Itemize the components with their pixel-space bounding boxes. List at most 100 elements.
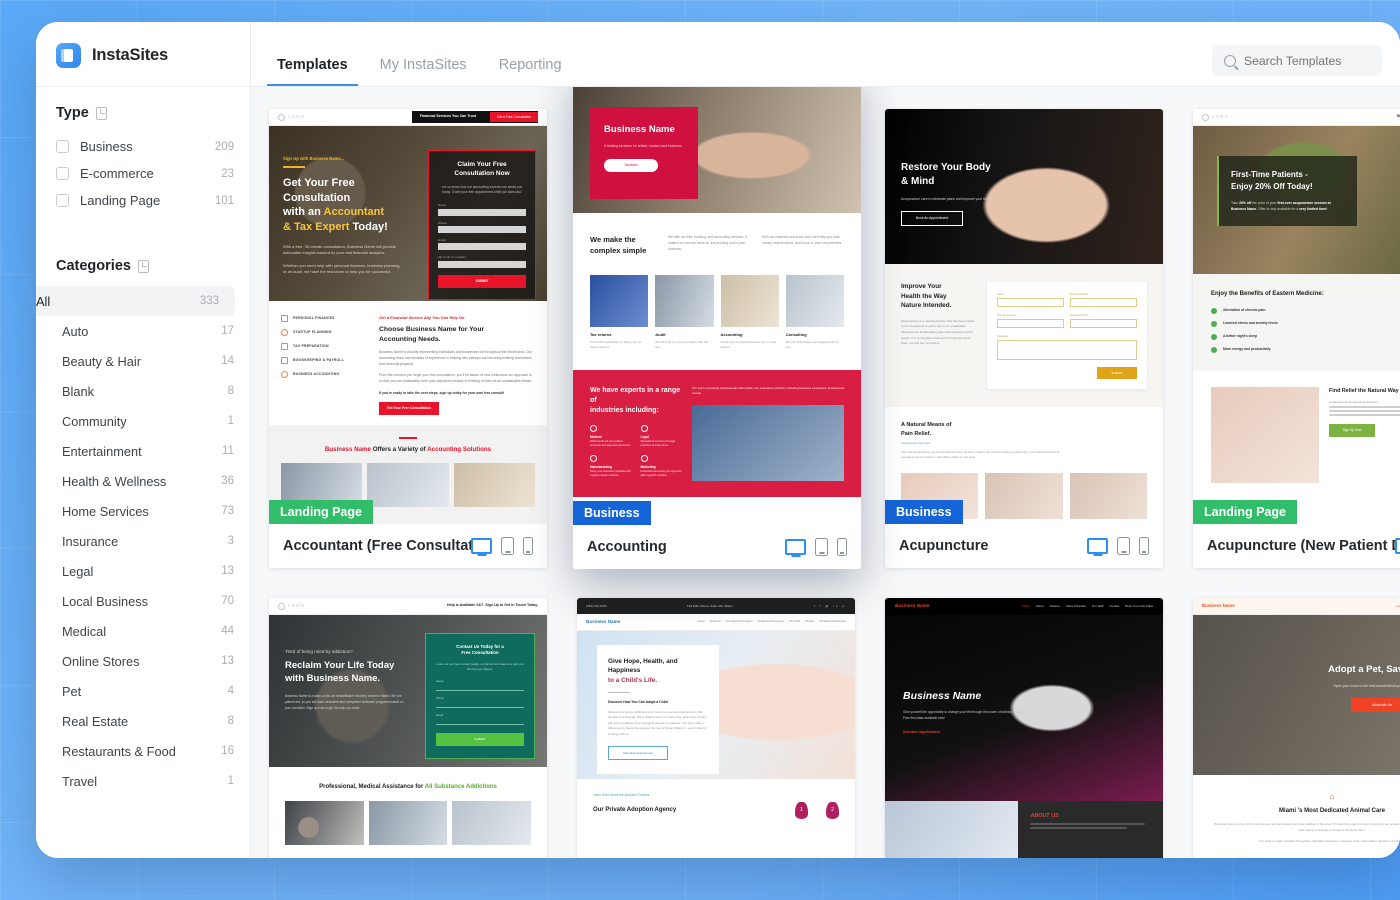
tab-templates[interactable]: Templates — [267, 57, 358, 86]
mobile-icon[interactable] — [837, 538, 847, 556]
checkbox-landing-page[interactable] — [56, 194, 69, 207]
desktop-icon[interactable] — [785, 539, 806, 555]
category-label-online-stores: Online Stores — [62, 653, 140, 669]
desktop-icon[interactable] — [471, 538, 492, 554]
mockup-section-body-1: Business Name is one of the most premier… — [1214, 822, 1400, 832]
search-input[interactable] — [1244, 53, 1370, 68]
sidebar-item-insurance[interactable]: Insurance 3 — [36, 526, 250, 556]
type-filter-ecommerce[interactable]: E-commerce 23 — [36, 160, 250, 187]
mockup-benefits-section: Enjoy the Benefits of Eastern Medicine: … — [1193, 274, 1400, 371]
checkbox-business[interactable] — [56, 140, 69, 153]
sidebar-item-pet[interactable]: Pet 4 — [36, 676, 250, 706]
mockup-input-email[interactable] — [1070, 298, 1137, 308]
sidebar-item-real-estate[interactable]: Real Estate 8 — [36, 706, 250, 736]
template-card-adoption-agency[interactable]: (786) 316-1234 123 Palm Street, Suite 42… — [577, 598, 855, 858]
mockup-nav-item[interactable]: Book Your First Class — [1125, 604, 1153, 608]
mockup-hero-button[interactable]: Adopt with Us — [1351, 697, 1400, 713]
mockup-nav-item[interactable]: Contact — [805, 620, 814, 624]
mockup-headline-1: Get Your Free Consultation — [283, 176, 355, 204]
mockup-hero-button[interactable]: Schedule Appointment — [608, 745, 668, 760]
mockup-nav-item[interactable]: Our Adoption Program — [726, 620, 753, 624]
tablet-icon[interactable] — [815, 538, 828, 556]
mockup-nav-item[interactable]: About Us — [710, 620, 721, 624]
mockup-form-title-2: Free Consultation — [461, 650, 499, 656]
mockup-relief-link[interactable]: Acupuncture Services — [901, 441, 1147, 445]
mockup-submit-button[interactable]: SUBMIT — [438, 274, 526, 288]
mockup-nav-item[interactable]: Our Staff — [789, 620, 800, 624]
sidebar-item-home-services[interactable]: Home Services 73 — [36, 496, 250, 526]
mockup-input-phone[interactable] — [997, 319, 1064, 329]
checkbox-ecommerce[interactable] — [56, 167, 69, 180]
mockup-input-email[interactable] — [436, 717, 524, 726]
mockup-hero-button[interactable]: Book An Appointment — [901, 210, 963, 226]
mockup-nav-item[interactable]: Contact — [1109, 604, 1119, 608]
mockup-submit-button[interactable]: SUBMIT — [1097, 367, 1137, 380]
sidebar-item-restaurants-food[interactable]: Restaurants & Food 16 — [36, 736, 250, 766]
mockup-nav-item[interactable]: Home — [1022, 604, 1030, 608]
sidebar-item-blank[interactable]: Blank 8 — [36, 376, 250, 406]
desktop-icon[interactable] — [1395, 538, 1400, 554]
type-filter-landing-page[interactable]: Landing Page 101 — [36, 187, 250, 214]
mockup-section-title-1: Choose Business Name for Your — [379, 325, 485, 333]
sidebar-item-beauty-hair[interactable]: Beauty & Hair 14 — [36, 346, 250, 376]
sidebar-item-all[interactable]: All 333 — [36, 286, 235, 316]
mockup-nav-item[interactable]: Our Staff — [1092, 604, 1104, 608]
mockup-nav-item[interactable]: Unplanned Pregnancy — [758, 620, 785, 624]
sidebar-item-community[interactable]: Community 1 — [36, 406, 250, 436]
category-label-community: Community — [62, 413, 127, 429]
mobile-icon[interactable] — [523, 537, 533, 555]
mockup-nav-item[interactable]: Home — [1396, 604, 1400, 608]
sidebar-item-auto[interactable]: Auto 17 — [36, 316, 250, 346]
sidebar-item-travel[interactable]: Travel 1 — [36, 766, 250, 796]
mockup-input-phone[interactable] — [436, 700, 524, 709]
tablet-icon[interactable] — [501, 537, 514, 555]
template-card-accounting[interactable]: Business Name Home About Services Blog C… — [573, 87, 861, 569]
mockup-nav-item[interactable]: Home — [698, 620, 705, 624]
sidebar-item-medical[interactable]: Medical 44 — [36, 616, 250, 646]
mockup-hero-button[interactable]: Services — [604, 159, 658, 173]
category-count-insurance: 3 — [227, 535, 234, 547]
tablet-icon[interactable] — [1117, 537, 1130, 555]
tab-reporting[interactable]: Reporting — [489, 57, 572, 87]
sidebar-item-entertainment[interactable]: Entertainment 11 — [36, 436, 250, 466]
mockup-input-email[interactable] — [438, 243, 526, 251]
mockup-service-desc: Avoid IRS headaches by filing your tax r… — [590, 339, 642, 349]
mockup-nav-item[interactable]: Schedule Appointment — [819, 620, 846, 624]
mockup-input-name[interactable] — [436, 683, 524, 692]
mockup-navbar: LOGO Help is Available 24/7. Sign Up to … — [269, 598, 547, 615]
template-card-acupuncture[interactable]: Restore Your Body & Mind Acupuncture car… — [885, 109, 1163, 568]
mockup-submit-button[interactable]: SUBMIT — [436, 733, 524, 746]
tab-bar: Templates My InstaSites Reporting — [267, 22, 572, 86]
mockup-input-name[interactable] — [438, 208, 526, 216]
mockup-section-button[interactable]: Get Your Free Consultation — [379, 402, 439, 416]
template-card-animal-shelter[interactable]: Business Name Home About Us Adopt a Pet … — [1193, 598, 1400, 858]
template-card-accountant-free-consultation[interactable]: LOGO Financial Services You Can Trust Ge… — [269, 109, 547, 568]
mockup-input-name[interactable] — [997, 298, 1064, 308]
desktop-icon[interactable] — [1087, 538, 1108, 554]
mockup-input-zip[interactable] — [438, 260, 526, 268]
mockup-form-title-2: Consultation Now — [454, 170, 510, 178]
mockup-hero-body: Choosing to bring a child into your home… — [608, 709, 707, 736]
social-icons[interactable]: f t @ in p — [814, 604, 846, 608]
sidebar-item-legal[interactable]: Legal 13 — [36, 556, 250, 586]
sidebar-item-local-business[interactable]: Local Business 70 — [36, 586, 250, 616]
sidebar-item-online-stores[interactable]: Online Stores 13 — [36, 646, 250, 676]
template-card-adult-martial-arts[interactable]: Business Name Home About Classes Class S… — [885, 598, 1163, 858]
mockup-nav-item[interactable]: About — [1036, 604, 1044, 608]
mockup-lower-button[interactable]: Sign Up Now — [1329, 424, 1375, 437]
mobile-icon[interactable] — [1139, 537, 1149, 555]
search-box[interactable] — [1212, 45, 1382, 76]
mockup-input-phone[interactable] — [438, 226, 526, 234]
tab-my-instasites[interactable]: My InstaSites — [370, 57, 477, 87]
mockup-section-title-1: Improve Your — [901, 283, 942, 290]
template-card-acupuncture-new-patient-discount[interactable]: LOGO Sign Up Today to Enjoy Your Discoun… — [1193, 109, 1400, 568]
mockup-input-time[interactable] — [1070, 319, 1137, 329]
mockup-input-message[interactable] — [997, 340, 1137, 361]
template-card-addiction-treatment[interactable]: LOGO Help is Available 24/7. Sign Up to … — [269, 598, 547, 858]
mockup-nav-item[interactable]: Class Schedule — [1066, 604, 1086, 608]
template-preview: Business Name Home About Classes Class S… — [885, 598, 1163, 858]
type-filter-business[interactable]: Business 209 — [36, 133, 250, 160]
mockup-nav-item[interactable]: Classes — [1050, 604, 1060, 608]
mockup-hero-button[interactable]: Schedule Appointment — [903, 730, 1023, 735]
sidebar-item-health-wellness[interactable]: Health & Wellness 36 — [36, 466, 250, 496]
